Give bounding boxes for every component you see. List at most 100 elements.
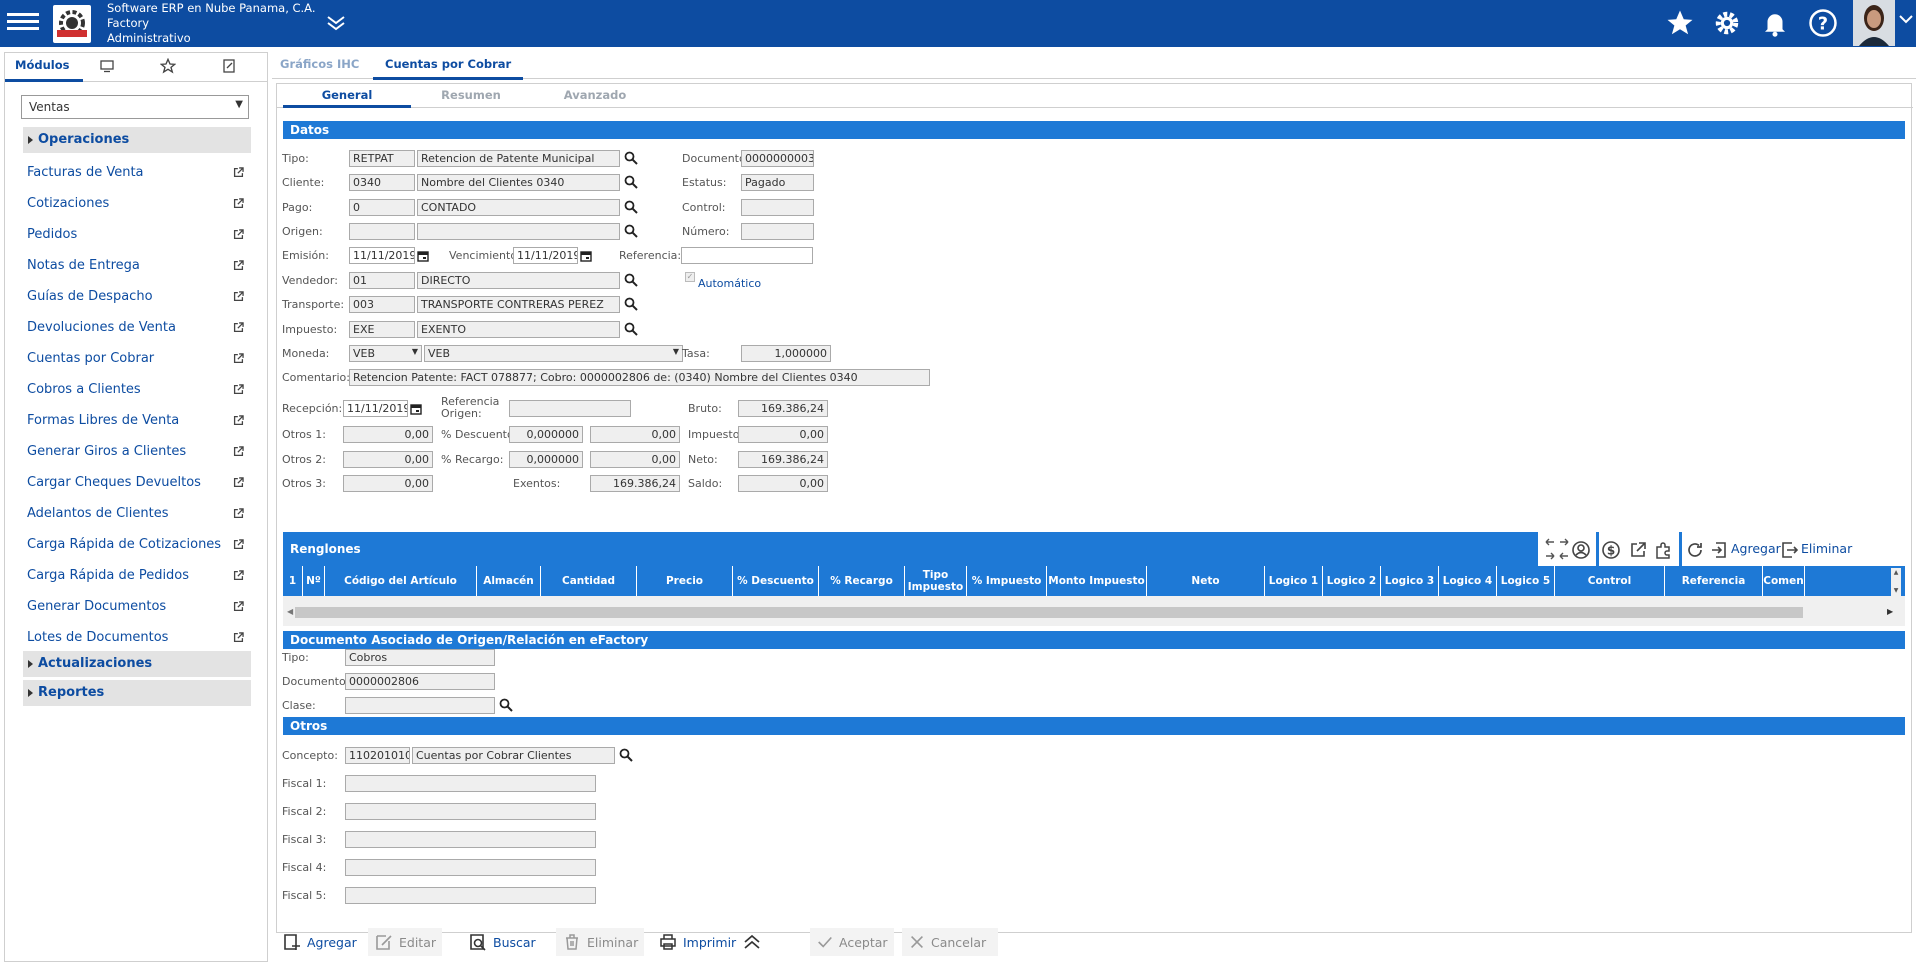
currency-icon[interactable]: $ xyxy=(1601,540,1621,563)
search-icon[interactable] xyxy=(624,151,638,165)
column-header[interactable]: Almacén xyxy=(477,566,541,596)
external-link-icon[interactable] xyxy=(232,290,245,307)
clase-field[interactable] xyxy=(345,697,495,714)
saldo-field[interactable]: 0,00 xyxy=(738,475,828,492)
sidebar-item[interactable]: Cobros a Clientes xyxy=(27,382,251,404)
refresh-icon[interactable] xyxy=(1685,540,1705,563)
column-header[interactable]: Precio xyxy=(637,566,733,596)
fiscal-field[interactable] xyxy=(345,887,596,904)
impuesto-code-field[interactable]: EXE xyxy=(349,321,415,338)
subtab-avanzado[interactable]: Avanzado xyxy=(531,88,659,102)
aceptar-button[interactable]: Aceptar xyxy=(810,928,894,956)
descuento-amount-field[interactable]: 0,00 xyxy=(590,426,680,443)
search-icon[interactable] xyxy=(624,200,638,214)
origen-desc-field[interactable] xyxy=(417,223,620,240)
sidebar-item[interactable]: Carga Rápida de Pedidos xyxy=(27,568,251,590)
external-link-icon[interactable] xyxy=(1628,540,1648,563)
external-link-icon[interactable] xyxy=(232,507,245,524)
external-link-icon[interactable] xyxy=(232,259,245,276)
neto-field[interactable]: 169.386,24 xyxy=(738,451,828,468)
tab-modulos[interactable]: Módulos xyxy=(5,53,83,82)
group-actualizaciones[interactable]: Actualizaciones xyxy=(23,651,251,677)
group-reportes[interactable]: Reportes xyxy=(23,680,251,706)
editar-button[interactable]: Editar xyxy=(368,928,443,956)
referencia-field[interactable] xyxy=(681,247,813,264)
tipo-code-field[interactable]: RETPAT xyxy=(349,150,415,167)
add-row-icon[interactable] xyxy=(1709,540,1729,563)
external-link-icon[interactable] xyxy=(232,631,245,648)
sidebar-item[interactable]: Guías de Despacho xyxy=(27,289,251,311)
puzzle-icon[interactable] xyxy=(1654,540,1674,563)
otros1-field[interactable]: 0,00 xyxy=(343,426,433,443)
column-header[interactable]: Tipo Impuesto xyxy=(905,566,967,596)
fiscal-field[interactable] xyxy=(345,859,596,876)
external-link-icon[interactable] xyxy=(232,600,245,617)
column-header[interactable]: Comen xyxy=(1763,566,1805,596)
vendedor-code-field[interactable]: 01 xyxy=(349,272,415,289)
sidebar-item[interactable]: Notas de Entrega xyxy=(27,258,251,280)
tasa-field[interactable]: 1,000000 xyxy=(741,345,831,362)
horizontal-scrollbar[interactable] xyxy=(295,607,1803,618)
moneda-desc-select[interactable]: VEB ▼ xyxy=(424,345,683,362)
column-header[interactable]: Logico 2 xyxy=(1323,566,1381,596)
column-header[interactable]: % Recargo xyxy=(819,566,905,596)
column-header[interactable]: Código del Artículo xyxy=(325,566,477,596)
impuesto-desc-field[interactable]: EXENTO xyxy=(417,321,620,338)
monitor-icon[interactable] xyxy=(99,58,115,77)
pago-desc-field[interactable]: CONTADO xyxy=(417,199,620,216)
search-icon[interactable] xyxy=(624,175,638,189)
external-link-icon[interactable] xyxy=(232,445,245,462)
sidebar-item[interactable]: Carga Rápida de Cotizaciones xyxy=(27,537,251,559)
sidebar-item[interactable]: Pedidos xyxy=(27,227,251,249)
double-chevron-up-icon[interactable] xyxy=(736,928,773,956)
sidebar-item[interactable]: Generar Documentos xyxy=(27,599,251,621)
documento-field[interactable]: 0000000003 xyxy=(741,150,814,167)
otros3-field[interactable]: 0,00 xyxy=(343,475,433,492)
external-link-icon[interactable] xyxy=(232,228,245,245)
concepto-code-field[interactable]: 1102010101 xyxy=(345,747,410,764)
tipo-desc-field[interactable]: Retencion de Patente Municipal xyxy=(417,150,620,167)
moneda-code-select[interactable]: VEB ▼ xyxy=(349,345,422,362)
otros2-field[interactable]: 0,00 xyxy=(343,451,433,468)
external-link-icon[interactable] xyxy=(232,476,245,493)
search-icon[interactable] xyxy=(624,322,638,336)
column-header[interactable]: % Impuesto xyxy=(967,566,1047,596)
external-link-icon[interactable] xyxy=(232,569,245,586)
group-operaciones[interactable]: Operaciones xyxy=(23,127,251,153)
cliente-code-field[interactable]: 0340 xyxy=(349,174,415,191)
column-header[interactable]: Cantidad xyxy=(541,566,637,596)
sidebar-item[interactable]: Adelantos de Clientes xyxy=(27,506,251,528)
search-icon[interactable] xyxy=(499,698,513,712)
eliminar-button[interactable]: Eliminar xyxy=(556,928,645,956)
bell-icon[interactable] xyxy=(1760,8,1790,38)
calendar-icon[interactable] xyxy=(417,250,429,262)
expand-arrows-icon[interactable] xyxy=(1542,534,1572,567)
emision-date-field[interactable]: 11/11/2019 xyxy=(349,247,415,264)
menu-icon[interactable] xyxy=(7,9,39,39)
sidebar-item[interactable]: Cargar Cheques Devueltos xyxy=(27,475,251,497)
vendedor-desc-field[interactable]: DIRECTO xyxy=(417,272,620,289)
search-icon[interactable] xyxy=(624,273,638,287)
vertical-scrollbar[interactable]: ▲ ▼ xyxy=(1891,568,1901,596)
gear-icon[interactable] xyxy=(1712,8,1742,38)
buscar-button[interactable]: Buscar xyxy=(462,928,542,956)
user-circle-icon[interactable] xyxy=(1571,540,1591,563)
external-link-icon[interactable] xyxy=(232,321,245,338)
column-header[interactable]: 1 xyxy=(283,566,303,596)
transporte-code-field[interactable]: 003 xyxy=(349,296,415,313)
automatico-checkbox[interactable]: ✓ xyxy=(685,272,695,282)
pct-descuento-field[interactable]: 0,000000 xyxy=(509,426,583,443)
asoc-documento-field[interactable]: 0000002806 xyxy=(345,673,495,690)
cancelar-button[interactable]: Cancelar xyxy=(902,928,998,956)
column-header[interactable]: Nº xyxy=(303,566,325,596)
column-header[interactable]: Logico 4 xyxy=(1439,566,1497,596)
tab-graficos-ihc[interactable]: Gráficos IHC xyxy=(280,57,359,71)
subtab-general[interactable]: General xyxy=(283,88,411,108)
notes-icon[interactable] xyxy=(221,58,237,77)
module-select[interactable]: Ventas ▼ xyxy=(21,95,249,119)
scroll-left-icon[interactable]: ◀ xyxy=(287,607,293,616)
external-link-icon[interactable] xyxy=(232,383,245,400)
column-header[interactable]: Logico 5 xyxy=(1497,566,1555,596)
agregar-row-button[interactable]: Agregar xyxy=(1731,541,1781,556)
pago-code-field[interactable]: 0 xyxy=(349,199,415,216)
